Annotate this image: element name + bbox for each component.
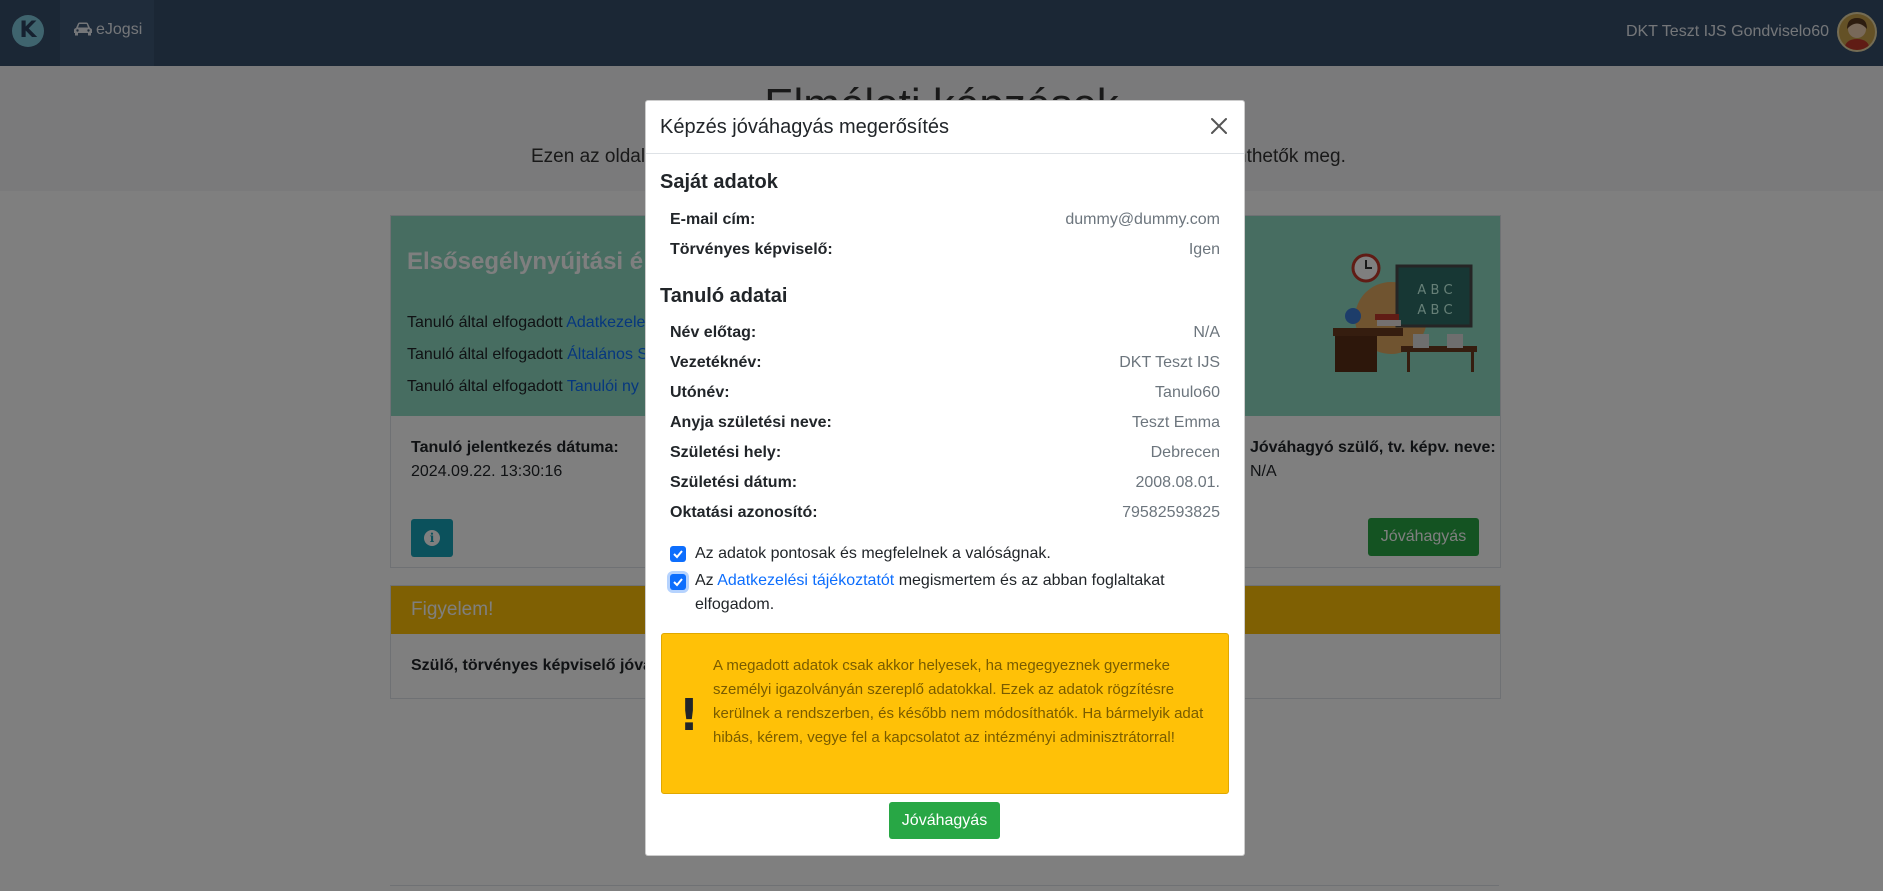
privacy-policy-link[interactable]: Adatkezelési tájékoztatót <box>717 572 894 589</box>
legal-rep-label: Törvényes képviselő: <box>670 241 833 258</box>
first-name-label: Utónév: <box>670 384 730 401</box>
own-data-heading: Saját adatok <box>660 171 778 193</box>
data-warning-alert: ! A megadott adatok csak akkor helyesek,… <box>661 633 1229 794</box>
surname-value: DKT Teszt IJS <box>1119 354 1220 371</box>
birth-place-label: Születési hely: <box>670 444 782 461</box>
name-prefix-value: N/A <box>1193 324 1220 341</box>
data-accurate-checkbox[interactable] <box>670 546 686 562</box>
first-name-value: Tanulo60 <box>1155 384 1220 401</box>
email-value: dummy@dummy.com <box>1065 211 1220 228</box>
email-label: E-mail cím: <box>670 211 756 228</box>
education-id-value: 79582593825 <box>1122 504 1220 521</box>
legal-rep-value: Igen <box>1188 241 1220 258</box>
check-icon <box>673 578 683 587</box>
mother-name-value: Teszt Emma <box>1131 414 1220 431</box>
privacy-accept-checkbox[interactable] <box>670 574 686 590</box>
privacy-accept-label: Az Adatkezelési tájékoztatót megismertem… <box>695 569 1215 617</box>
close-icon[interactable] <box>1206 113 1232 139</box>
modal-header: Képzés jóváhagyás megerősítés <box>646 101 1244 154</box>
birth-place-value: Debrecen <box>1150 444 1220 461</box>
data-accurate-label[interactable]: Az adatok pontosak és megfelelnek a való… <box>695 542 1215 566</box>
mother-name-label: Anyja születési neve: <box>670 414 832 431</box>
approve-button[interactable]: Jóváhagyás <box>889 802 1000 839</box>
approval-confirm-modal: Képzés jóváhagyás megerősítés Saját adat… <box>645 100 1245 856</box>
birth-date-label: Születési dátum: <box>670 474 798 491</box>
modal-title: Képzés jóváhagyás megerősítés <box>660 116 950 138</box>
exclamation-icon: ! <box>679 690 700 741</box>
privacy-accept-prefix: Az <box>695 572 714 589</box>
name-prefix-label: Név előtag: <box>670 324 757 341</box>
student-data-heading: Tanuló adatai <box>660 285 788 307</box>
check-icon <box>673 550 683 559</box>
education-id-label: Oktatási azonosító: <box>670 504 818 521</box>
alert-text: A megadott adatok csak akkor helyesek, h… <box>713 657 1204 746</box>
surname-label: Vezetéknév: <box>670 354 762 371</box>
birth-date-value: 2008.08.01. <box>1135 474 1220 491</box>
